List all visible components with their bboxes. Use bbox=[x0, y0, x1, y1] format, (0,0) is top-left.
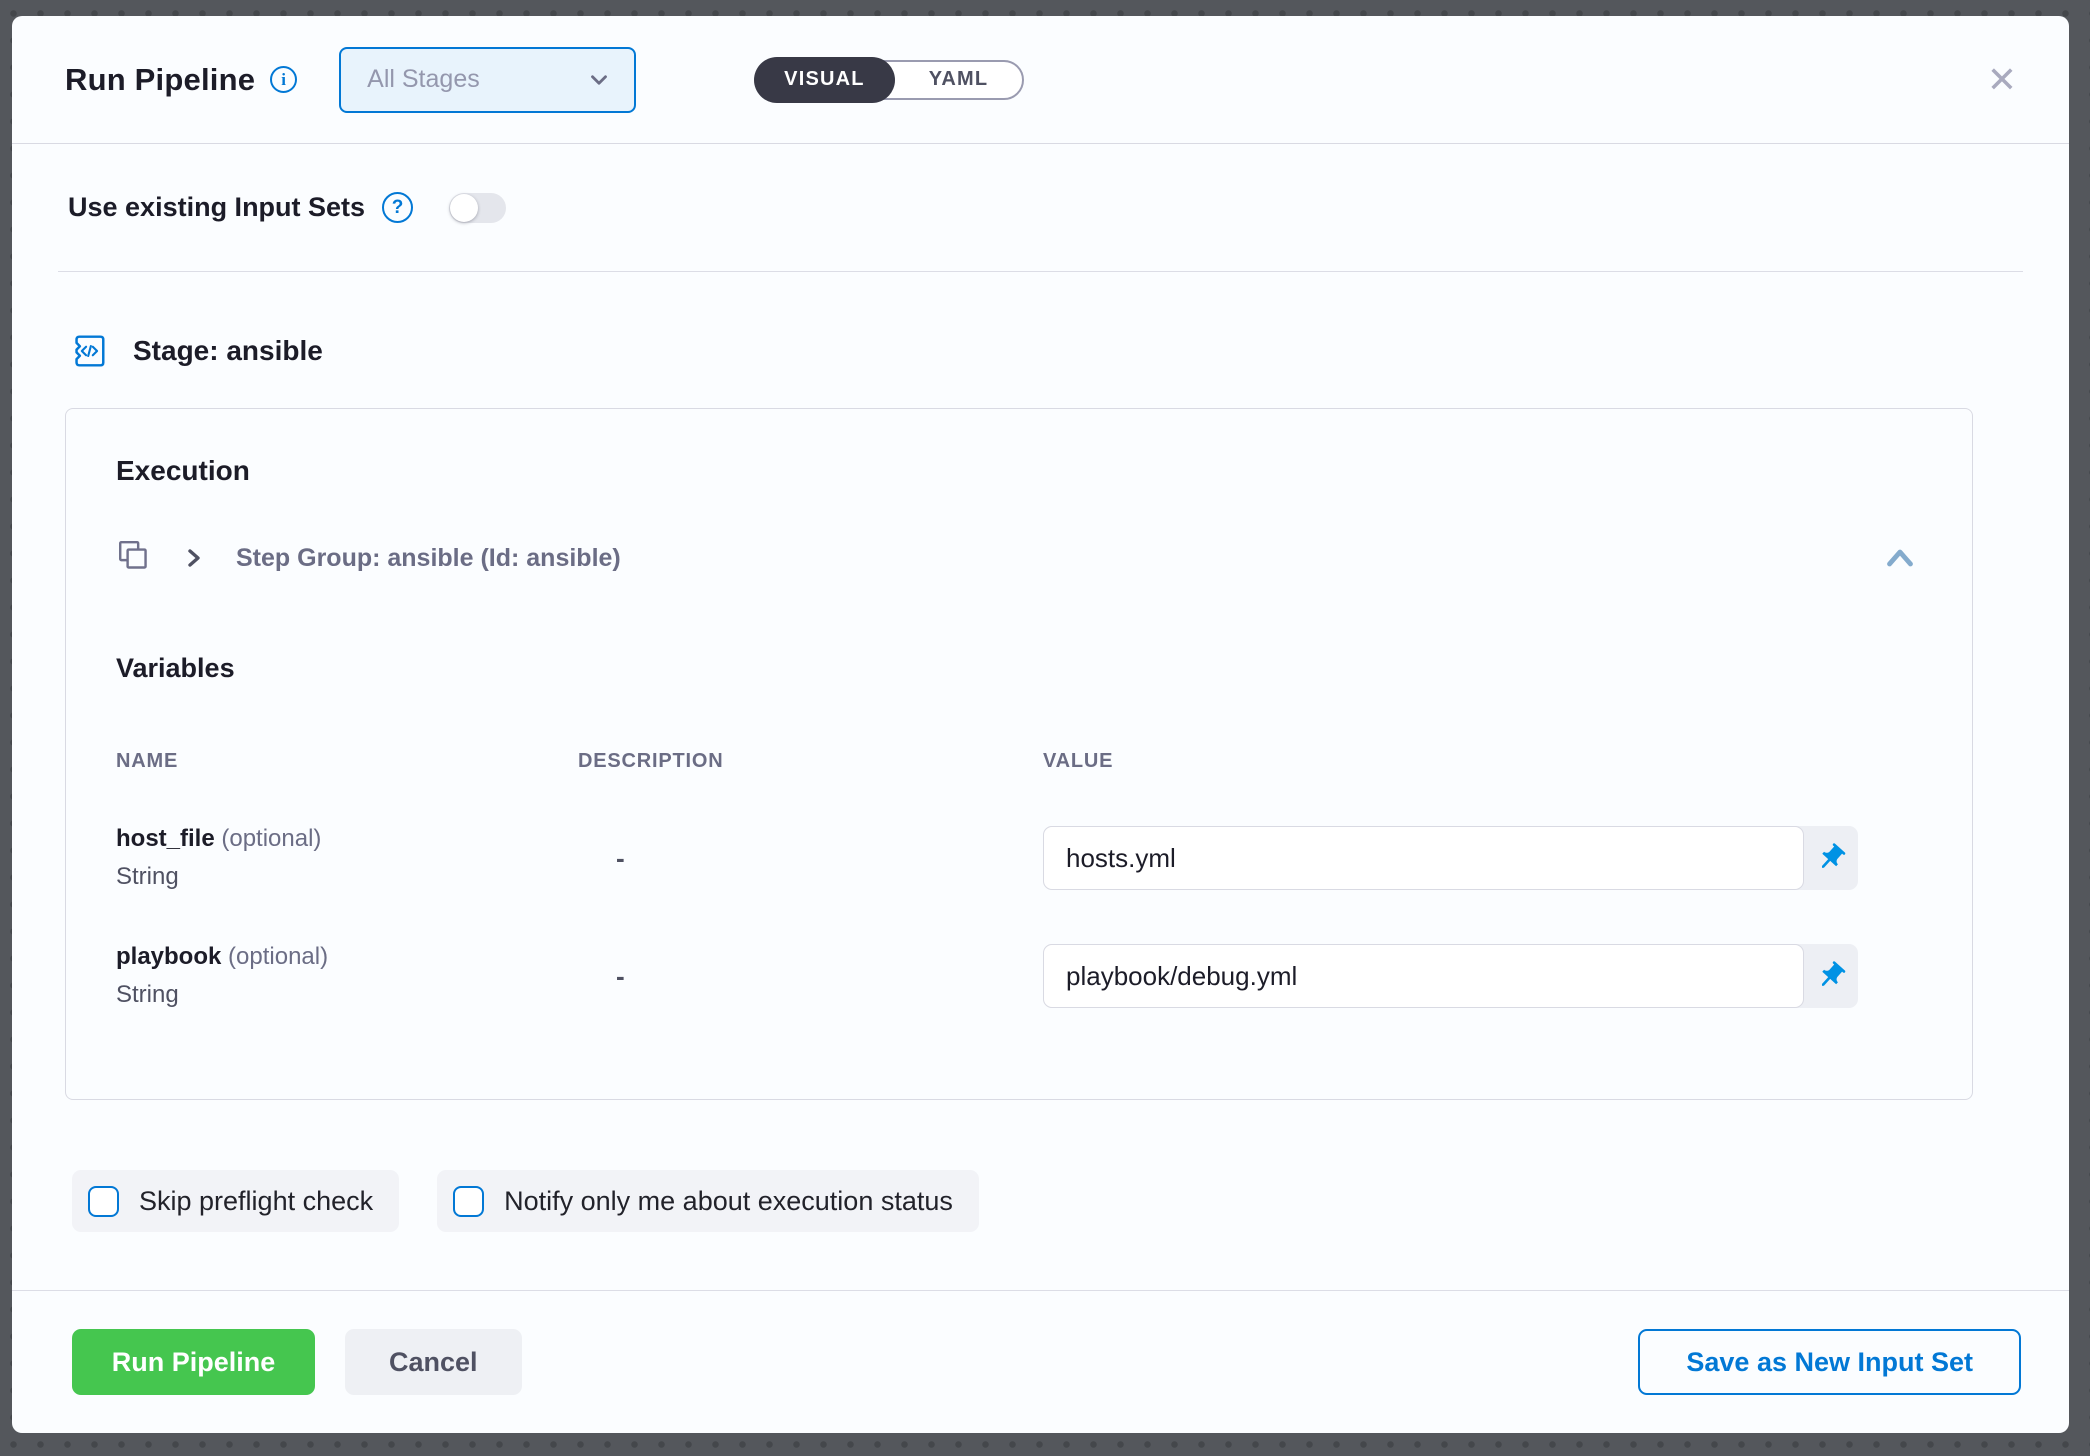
variable-type: String bbox=[116, 981, 578, 1009]
column-header-name: NAME bbox=[116, 750, 578, 773]
execution-title: Execution bbox=[116, 455, 1922, 487]
save-as-new-input-set-button[interactable]: Save as New Input Set bbox=[1638, 1329, 2021, 1395]
skip-preflight-option[interactable]: Skip preflight check bbox=[72, 1170, 399, 1232]
dialog-footer: Run Pipeline Cancel Save as New Input Se… bbox=[12, 1290, 2069, 1433]
run-pipeline-button[interactable]: Run Pipeline bbox=[72, 1329, 315, 1395]
variable-optional: (optional) bbox=[221, 943, 328, 970]
variables-table: NAME DESCRIPTION VALUE host_file (option… bbox=[116, 750, 1922, 1009]
variable-description: - bbox=[578, 843, 1043, 874]
visual-yaml-toggle: VISUAL YAML bbox=[756, 60, 1024, 100]
variable-value-field bbox=[1043, 826, 1858, 890]
variable-name: playbook bbox=[116, 943, 221, 970]
chevron-down-icon bbox=[586, 67, 612, 93]
options-row: Skip preflight check Notify only me abou… bbox=[72, 1170, 2025, 1232]
stage-select-value: All Stages bbox=[367, 65, 480, 94]
pin-icon[interactable] bbox=[1804, 826, 1858, 890]
variable-optional: (optional) bbox=[215, 825, 322, 852]
run-pipeline-dialog: Run Pipeline i All Stages VISUAL YAML ✕ … bbox=[12, 16, 2069, 1433]
variable-value-field bbox=[1043, 944, 1858, 1008]
skip-preflight-checkbox[interactable] bbox=[88, 1186, 119, 1217]
toggle-knob bbox=[450, 194, 478, 222]
input-sets-toggle[interactable] bbox=[449, 193, 506, 223]
table-row-name: host_file (optional) String bbox=[116, 825, 578, 891]
help-icon[interactable]: ? bbox=[382, 192, 413, 223]
stage-select-dropdown[interactable]: All Stages bbox=[339, 47, 636, 113]
tab-visual[interactable]: VISUAL bbox=[754, 57, 895, 103]
variable-value-input[interactable] bbox=[1043, 826, 1804, 890]
table-row-name: playbook (optional) String bbox=[116, 943, 578, 1009]
dialog-body: Stage: ansible Execution Step Group: ans… bbox=[12, 272, 2069, 1290]
variable-description: - bbox=[578, 961, 1043, 992]
page-title: Run Pipeline bbox=[65, 62, 255, 98]
step-group-row: Step Group: ansible (Id: ansible) bbox=[116, 539, 1922, 577]
input-sets-section: Use existing Input Sets ? bbox=[58, 144, 2023, 272]
column-header-value: VALUE bbox=[1043, 750, 1922, 773]
input-sets-label: Use existing Input Sets bbox=[68, 192, 365, 223]
stage-row: Stage: ansible bbox=[67, 330, 2025, 372]
variable-type: String bbox=[116, 863, 578, 891]
tab-yaml[interactable]: YAML bbox=[895, 62, 1023, 98]
stage-label: Stage: ansible bbox=[133, 335, 323, 367]
info-icon[interactable]: i bbox=[270, 66, 297, 93]
execution-card: Execution Step Group: ansible (Id: ansib… bbox=[65, 408, 1973, 1100]
cancel-button[interactable]: Cancel bbox=[345, 1329, 522, 1395]
variable-value-input[interactable] bbox=[1043, 944, 1804, 1008]
notify-me-label: Notify only me about execution status bbox=[504, 1186, 953, 1217]
pin-icon[interactable] bbox=[1804, 944, 1858, 1008]
chevron-right-icon[interactable] bbox=[182, 545, 206, 571]
chevron-up-icon[interactable] bbox=[1878, 539, 1922, 577]
skip-preflight-label: Skip preflight check bbox=[139, 1186, 373, 1217]
notify-me-checkbox[interactable] bbox=[453, 1186, 484, 1217]
step-group-label: Step Group: ansible (Id: ansible) bbox=[236, 544, 621, 573]
stage-icon bbox=[67, 330, 109, 372]
notify-me-option[interactable]: Notify only me about execution status bbox=[437, 1170, 979, 1232]
variables-title: Variables bbox=[116, 653, 1922, 684]
close-icon[interactable]: ✕ bbox=[1975, 56, 2029, 104]
variable-name: host_file bbox=[116, 825, 215, 852]
step-group-icon bbox=[116, 539, 154, 577]
column-header-description: DESCRIPTION bbox=[578, 750, 1043, 773]
dialog-header: Run Pipeline i All Stages VISUAL YAML ✕ bbox=[12, 16, 2069, 144]
